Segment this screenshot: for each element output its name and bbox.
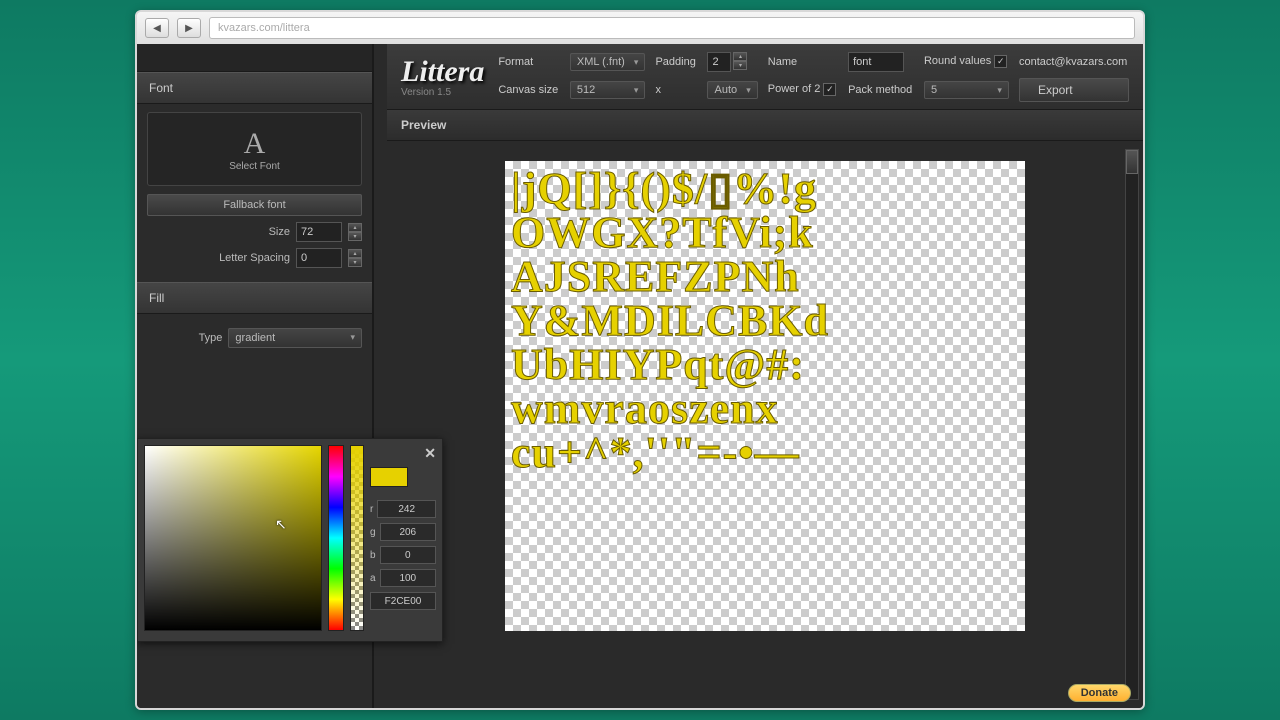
- forward-button[interactable]: ▶: [177, 18, 201, 38]
- glyph-line: |jQ[]}{()$/▯%!g: [511, 167, 1019, 211]
- spacing-label: Letter Spacing: [147, 252, 290, 264]
- spacing-spinner[interactable]: ▴▾: [348, 249, 362, 267]
- font-panel-head: Font: [137, 72, 372, 104]
- r-input[interactable]: 242: [377, 500, 436, 518]
- glyph-line: wmvraoszenx: [511, 387, 1019, 431]
- g-input[interactable]: 206: [380, 523, 436, 541]
- export-button[interactable]: Export: [1019, 78, 1129, 102]
- format-select[interactable]: XML (.fnt): [570, 53, 646, 71]
- glyph-line: Y&MDILCBKd: [511, 299, 1019, 343]
- browser-toolbar: ◀ ▶ kvazars.com/littera: [137, 12, 1143, 44]
- alpha-slider[interactable]: [350, 445, 364, 631]
- close-icon[interactable]: ✕: [424, 445, 436, 462]
- padding-input[interactable]: 2: [707, 52, 731, 72]
- app-body: Font A Select Font Fallback font Size 72…: [137, 44, 1143, 708]
- fill-panel-head: Fill: [137, 282, 372, 314]
- main-area: Littera Version 1.5 Format XML (.fnt) Pa…: [387, 44, 1143, 708]
- glyph-line: cu+^*,''"=-•—: [511, 431, 1019, 475]
- pow2-label: Power of 2: [768, 83, 821, 95]
- font-sample-glyph: A: [244, 127, 266, 161]
- glyph-line: AJSREFZPNh: [511, 255, 1019, 299]
- name-input[interactable]: font: [848, 52, 904, 72]
- sidebar: Font A Select Font Fallback font Size 72…: [137, 44, 373, 708]
- size-input[interactable]: 72: [296, 222, 342, 242]
- pack-label: Pack method: [848, 84, 914, 96]
- fill-type-label: Type: [147, 332, 222, 344]
- pow2-checkbox[interactable]: ✓: [823, 83, 836, 96]
- preview-canvas: |jQ[]}{()$/▯%!g OWGX?TfVi;k AJSREFZPNh Y…: [505, 161, 1025, 631]
- hex-input[interactable]: F2CE00: [370, 592, 436, 610]
- select-font-label: Select Font: [229, 161, 280, 172]
- round-checkbox[interactable]: ✓: [994, 55, 1007, 68]
- contact-link[interactable]: contact@kvazars.com: [1019, 56, 1129, 68]
- a-input[interactable]: 100: [380, 569, 436, 587]
- size-spinner[interactable]: ▴▾: [348, 223, 362, 241]
- preview-body[interactable]: |jQ[]}{()$/▯%!g OWGX?TfVi;k AJSREFZPNh Y…: [387, 141, 1143, 708]
- b-input[interactable]: 0: [380, 546, 436, 564]
- app-logo: Littera: [401, 55, 484, 89]
- hue-slider[interactable]: [328, 445, 344, 631]
- round-label: Round values: [924, 55, 991, 67]
- color-picker: ↖ ✕ r242 g206 b0 a100 F2CE00: [137, 438, 443, 642]
- canvas-w-select[interactable]: 512: [570, 81, 646, 99]
- glyph-line: UbHIYPqt@#:: [511, 343, 1019, 387]
- top-header: Littera Version 1.5 Format XML (.fnt) Pa…: [387, 44, 1143, 110]
- color-swatch: [370, 467, 408, 487]
- padding-spinner[interactable]: ▴▾: [733, 52, 747, 72]
- sv-box[interactable]: ↖: [144, 445, 322, 631]
- canvas-h-select[interactable]: Auto: [707, 81, 757, 99]
- back-button[interactable]: ◀: [145, 18, 169, 38]
- fallback-font-button[interactable]: Fallback font: [147, 194, 362, 216]
- preview-head: Preview: [387, 110, 1143, 141]
- cursor-icon: ↖: [275, 516, 287, 533]
- browser-window: ◀ ▶ kvazars.com/littera Font A Select Fo…: [135, 10, 1145, 710]
- url-bar[interactable]: kvazars.com/littera: [209, 17, 1135, 39]
- spacing-input[interactable]: 0: [296, 248, 342, 268]
- pack-select[interactable]: 5: [924, 81, 1009, 99]
- donate-button[interactable]: Donate: [1068, 684, 1131, 702]
- format-label: Format: [498, 56, 560, 68]
- padding-label: Padding: [655, 56, 697, 68]
- glyph-line: OWGX?TfVi;k: [511, 211, 1019, 255]
- canvas-label: Canvas size: [498, 84, 560, 96]
- name-label: Name: [768, 56, 838, 68]
- preview-scrollbar[interactable]: [1125, 149, 1139, 700]
- size-label: Size: [147, 226, 290, 238]
- fill-type-select[interactable]: gradient: [228, 328, 362, 348]
- select-font-button[interactable]: A Select Font: [147, 112, 362, 186]
